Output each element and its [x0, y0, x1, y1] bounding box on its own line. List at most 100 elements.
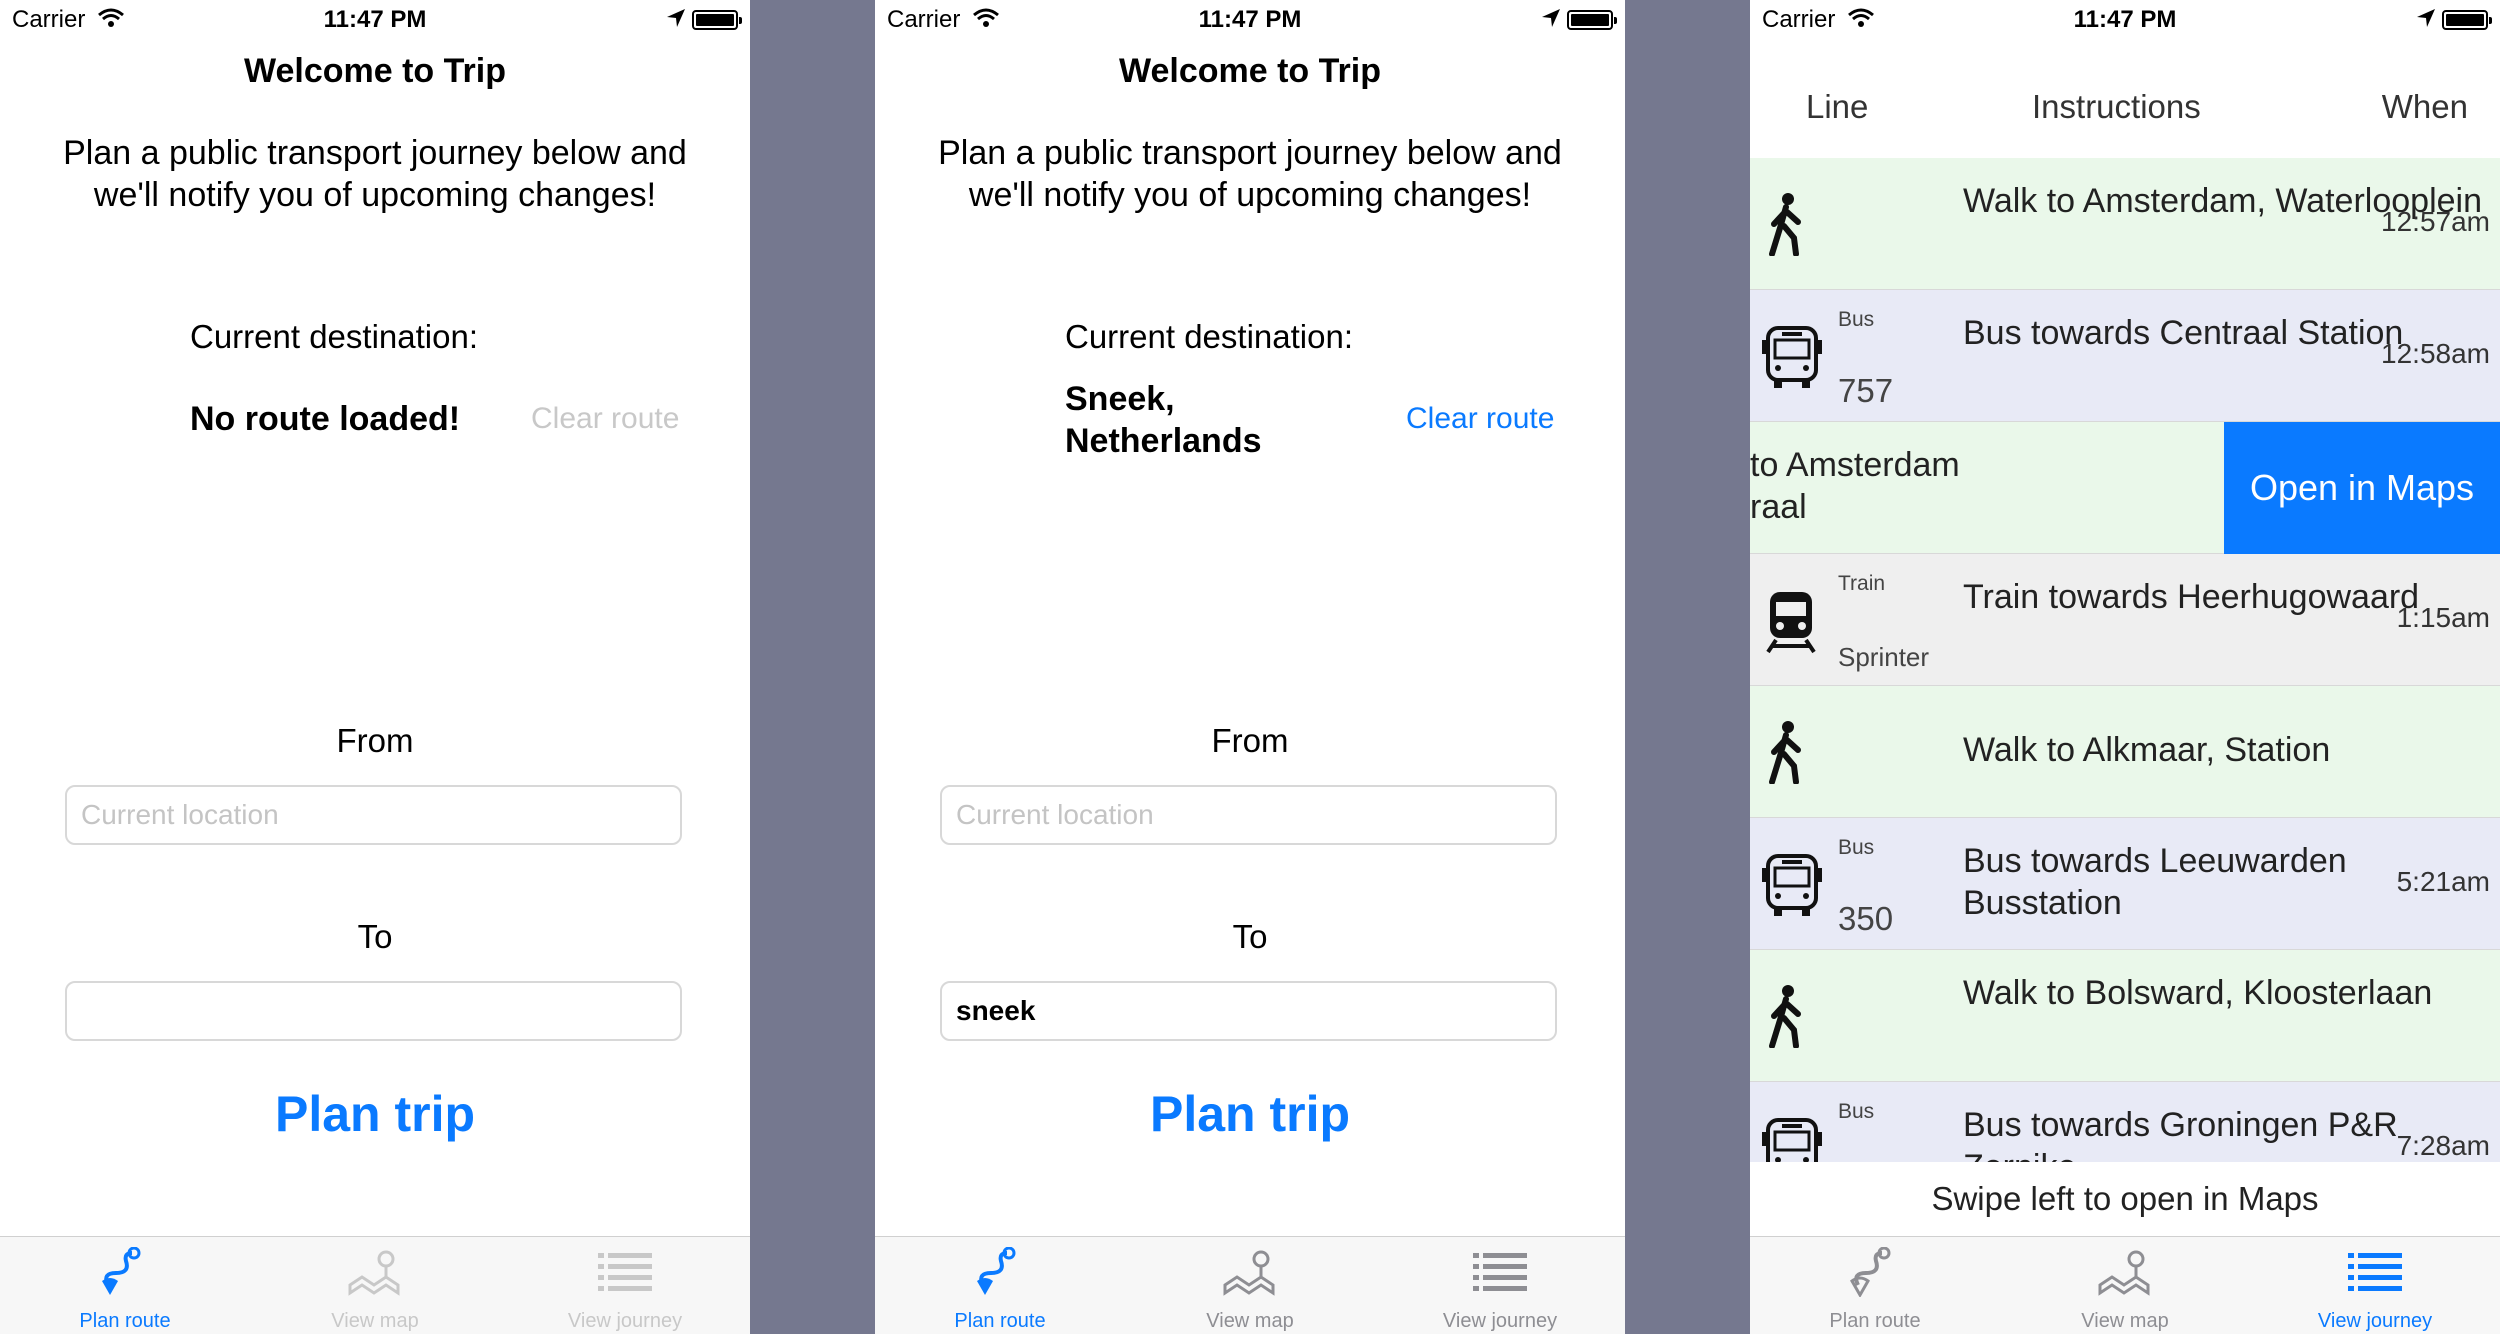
journey-row[interactable]: Walk to Amsterdam, Waterlooplein 12:57am — [1750, 158, 2500, 290]
journey-row-swiped[interactable]: to Amsterdam raal — [1750, 422, 2224, 554]
bus-icon — [1762, 854, 1822, 916]
tab-bar: Plan route View map View journey — [1750, 1236, 2500, 1334]
mode-label: Bus — [1838, 308, 1875, 331]
column-header-when: When — [2381, 88, 2468, 125]
journey-row[interactable]: Train Sprinter Train towards Heerhugowaa… — [1750, 554, 2500, 686]
route-icon — [102, 1247, 141, 1295]
bus-icon — [1762, 326, 1822, 388]
departure-time: 1:15am — [2396, 602, 2490, 633]
instruction-text: Train towards Heerhugowaard — [1963, 578, 2420, 616]
from-field[interactable] — [65, 785, 682, 845]
route-icon — [977, 1247, 1016, 1295]
tab-view-map[interactable]: View map — [250, 1237, 500, 1334]
line-number: 757 — [1838, 372, 1894, 409]
to-field[interactable] — [940, 981, 1557, 1041]
plan-trip-button[interactable]: Plan trip — [0, 1085, 750, 1143]
status-bar: Carrier 11:47 PM — [875, 0, 1625, 40]
list-icon — [2348, 1253, 2402, 1291]
location-arrow-icon — [2417, 9, 2435, 27]
tab-label: View journey — [567, 1310, 683, 1332]
tab-plan-route[interactable]: Plan route — [1750, 1237, 2000, 1334]
clock: 11:47 PM — [1198, 6, 1302, 33]
page-subtitle: Plan a public transport journey below an… — [938, 134, 1562, 214]
to-label: To — [357, 918, 393, 955]
mode-label: Train — [1838, 572, 1886, 595]
journey-row[interactable]: Walk to Alkmaar, Station — [1750, 686, 2500, 818]
walk-icon — [1769, 193, 1801, 256]
map-icon — [348, 1250, 400, 1296]
route-icon — [1850, 1247, 1891, 1297]
journey-screen: Carrier 11:47 PM Line Instructions When … — [1750, 0, 2500, 1334]
train-icon — [1766, 592, 1816, 654]
departure-time: 7:28am — [2396, 1130, 2490, 1161]
instruction-text: Walk to Alkmaar, Station — [1963, 731, 2331, 769]
journey-row[interactable]: Walk to Bolsward, Kloosterlaan — [1750, 950, 2500, 1082]
location-arrow-icon — [1542, 9, 1560, 27]
to-label: To — [1232, 918, 1268, 955]
list-icon — [1473, 1253, 1527, 1291]
location-arrow-icon — [667, 9, 685, 27]
clock: 11:47 PM — [2073, 6, 2177, 33]
tab-label: Plan route — [79, 1310, 171, 1332]
page-subtitle: Plan a public transport journey below an… — [63, 134, 687, 214]
status-bar: Carrier 11:47 PM — [0, 0, 750, 40]
tab-label: Plan route — [1829, 1310, 1921, 1332]
current-destination-value: No route loaded! — [190, 400, 461, 438]
tab-plan-route[interactable]: Plan route — [0, 1237, 250, 1334]
departure-time: 12:57am — [2381, 206, 2490, 237]
list-icon — [598, 1253, 652, 1291]
instruction-text: to Amsterdam raal — [1750, 446, 1960, 526]
line-number: 350 — [1838, 900, 1894, 937]
journey-row[interactable]: Bus 757 Bus towards Centraal Station 12:… — [1750, 290, 2500, 422]
tab-label: View map — [331, 1310, 419, 1332]
tab-plan-route[interactable]: Plan route — [875, 1237, 1125, 1334]
tab-view-journey[interactable]: View journey — [2250, 1237, 2500, 1334]
current-destination-label: Current destination: — [1065, 318, 1353, 355]
map-icon — [2098, 1250, 2150, 1296]
mode-label: Bus — [1838, 836, 1875, 859]
tab-label: View journey — [2317, 1310, 2433, 1332]
from-label: From — [1211, 722, 1289, 759]
departure-time: 12:58am — [2381, 338, 2490, 369]
tab-label: Plan route — [954, 1310, 1046, 1332]
status-bar: Carrier 11:47 PM — [1750, 0, 2500, 40]
column-header-instructions: Instructions — [2032, 88, 2201, 125]
mode-label: Bus — [1838, 1100, 1875, 1123]
page-title: Welcome to Trip — [1119, 52, 1381, 90]
swipe-hint: Swipe left to open in Maps — [1750, 1162, 2500, 1236]
tab-view-map[interactable]: View map — [1125, 1237, 1375, 1334]
plan-route-screen-filled: Carrier 11:47 PM Welcome to Trip Plan a … — [875, 0, 1625, 1334]
tab-view-map[interactable]: View map — [2000, 1237, 2250, 1334]
tab-bar: Plan route View map View journey — [0, 1236, 750, 1334]
page-title: Welcome to Trip — [244, 52, 506, 90]
tab-label: View journey — [1442, 1310, 1558, 1332]
tab-view-journey[interactable]: View journey — [500, 1237, 750, 1334]
plan-route-screen-empty: Carrier 11:47 PM Welcome to Trip Plan a … — [0, 0, 750, 1334]
battery-icon — [2442, 10, 2492, 30]
instruction-text: Bus towards Centraal Station — [1963, 314, 2404, 352]
column-header-line: Line — [1806, 88, 1869, 125]
from-label: From — [336, 722, 414, 759]
battery-icon — [1567, 10, 1617, 30]
clock: 11:47 PM — [323, 6, 427, 33]
instruction-text: Walk to Bolsward, Kloosterlaan — [1963, 974, 2433, 1012]
clear-route-button[interactable]: Clear route — [531, 402, 679, 436]
clear-route-button[interactable]: Clear route — [1406, 402, 1554, 436]
walk-icon — [1769, 985, 1801, 1048]
from-field[interactable] — [940, 785, 1557, 845]
departure-time: 5:21am — [2396, 866, 2490, 897]
line-name: Sprinter — [1838, 642, 1930, 672]
battery-icon — [692, 10, 742, 30]
tab-label: View map — [2081, 1310, 2169, 1332]
current-destination-label: Current destination: — [190, 318, 478, 355]
walk-icon — [1769, 721, 1801, 784]
tab-bar: Plan route View map View journey — [875, 1236, 1625, 1334]
open-in-maps-button[interactable]: Open in Maps — [2224, 422, 2500, 554]
to-field[interactable] — [65, 981, 682, 1041]
tab-view-journey[interactable]: View journey — [1375, 1237, 1625, 1334]
plan-trip-button[interactable]: Plan trip — [875, 1085, 1625, 1143]
journey-row[interactable]: Bus 350 Bus towards Leeuwarden Busstatio… — [1750, 818, 2500, 950]
map-icon — [1223, 1250, 1275, 1296]
current-destination-value: Sneek, Netherlands — [1065, 380, 1262, 460]
tab-label: View map — [1206, 1310, 1294, 1332]
